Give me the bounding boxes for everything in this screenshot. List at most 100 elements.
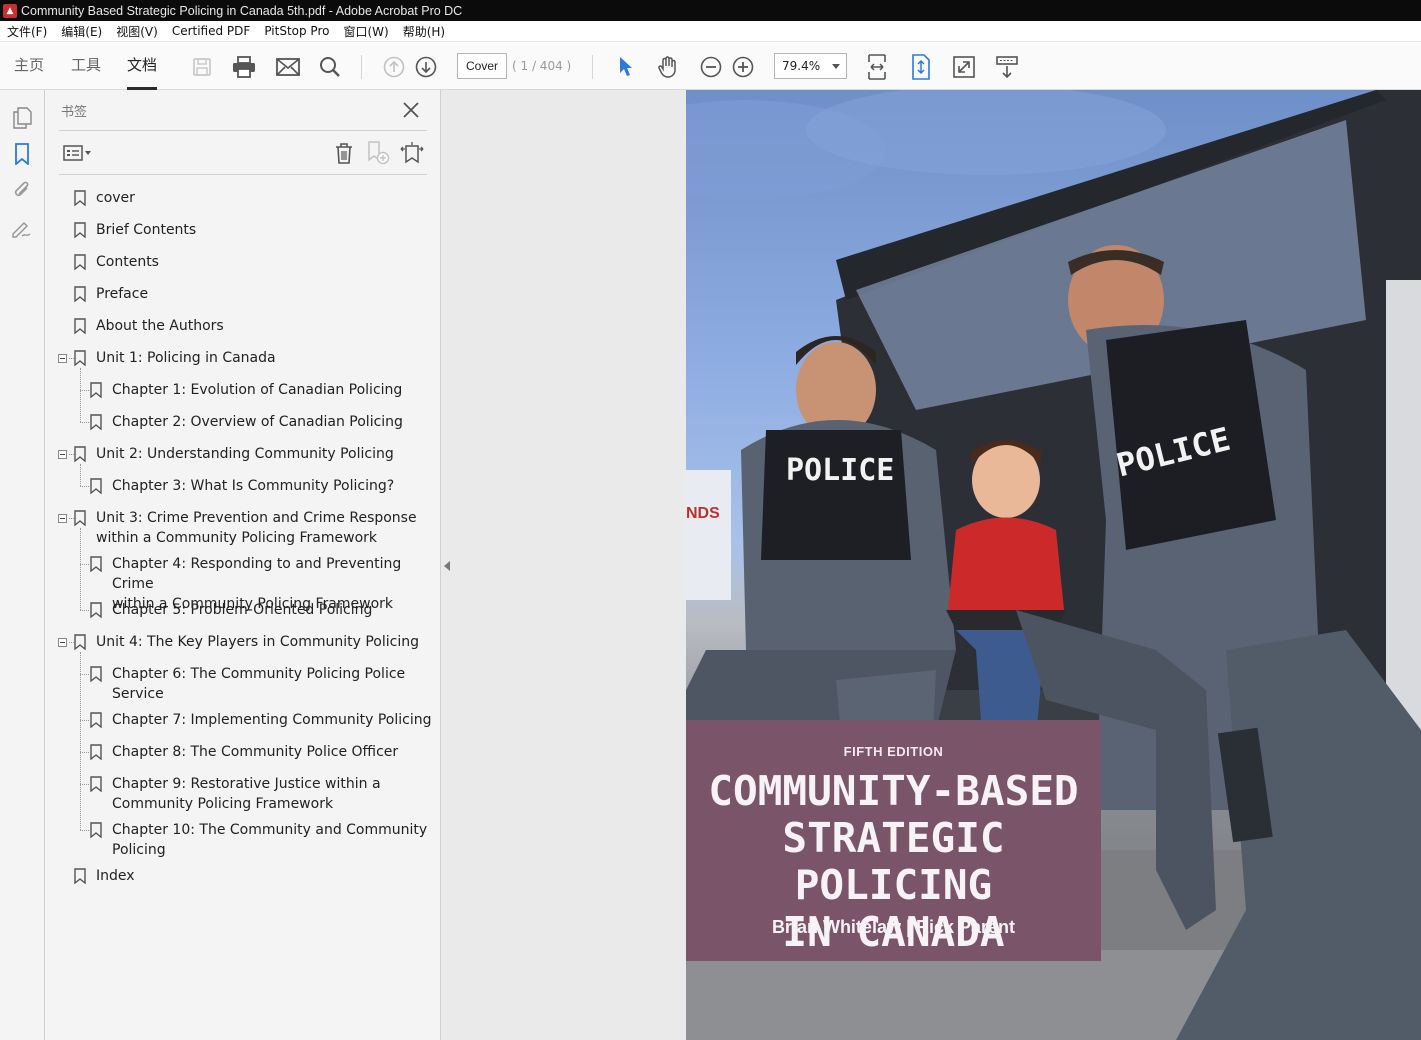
menu-view[interactable]: 视图(V): [109, 23, 165, 40]
menu-certified-pdf[interactable]: Certified PDF: [165, 24, 258, 38]
bookmarks-panel: 书签 cover Brief Contents Contents Preface Abo…: [45, 90, 441, 1040]
tree-connector: [80, 390, 89, 391]
print-icon[interactable]: [230, 53, 258, 81]
bookmark-label: Chapter 3: What Is Community Policing?: [112, 478, 395, 494]
bookmark-label: Preface: [96, 286, 149, 302]
collapse-toggle-icon[interactable]: [58, 354, 67, 363]
tree-connector: [80, 784, 89, 785]
bookmark-label: within a Community Policing Framework: [96, 530, 378, 546]
toolbar-divider: [361, 55, 362, 79]
page-thumbnails-icon[interactable]: [10, 106, 34, 130]
bookmark-label: Chapter 8: The Community Police Officer: [112, 744, 399, 760]
bookmark-item[interactable]: Contents: [74, 252, 159, 272]
bookmark-label: Chapter 6: The Community Policing Police: [112, 666, 406, 682]
bookmark-icon: [74, 254, 86, 271]
bookmark-item[interactable]: Brief Contents: [74, 220, 197, 240]
tree-connector: [80, 652, 81, 830]
bookmark-item[interactable]: Unit 1: Policing in Canada: [74, 348, 276, 368]
cover-title-band: FIFTH EDITION COMMUNITY-BASED STRATEGIC …: [686, 720, 1101, 961]
tree-connector: [80, 464, 81, 486]
bookmark-item[interactable]: Unit 3: Crime Prevention and Crime Respo…: [74, 508, 417, 548]
zoom-out-icon[interactable]: [697, 53, 725, 81]
bookmark-item[interactable]: Chapter 6: The Community Policing Police…: [90, 664, 406, 704]
tab-tools[interactable]: 工具: [71, 43, 101, 90]
fit-page-icon[interactable]: [907, 53, 935, 81]
prev-page-icon[interactable]: [380, 53, 408, 81]
signatures-icon[interactable]: [10, 216, 34, 240]
menu-edit[interactable]: 编辑(E): [54, 23, 109, 40]
bookmark-item[interactable]: Chapter 8: The Community Police Officer: [90, 742, 399, 762]
menu-pitstop-pro[interactable]: PitStop Pro: [257, 24, 336, 38]
tree-connector: [80, 422, 89, 423]
bookmark-item[interactable]: Chapter 1: Evolution of Canadian Policin…: [90, 380, 403, 400]
collapse-toggle-icon[interactable]: [58, 514, 67, 523]
tree-connector: [69, 642, 74, 643]
bookmark-item[interactable]: Chapter 7: Implementing Community Polici…: [90, 710, 431, 730]
bookmark-tree: cover Brief Contents Contents Preface About …: [45, 90, 441, 1040]
bookmark-label: Chapter 1: Evolution of Canadian Policin…: [112, 382, 403, 398]
bookmark-item[interactable]: About the Authors: [74, 316, 224, 336]
cover-title-line: COMMUNITY-BASED: [708, 767, 1079, 815]
menu-window[interactable]: 窗口(W): [336, 23, 395, 40]
toolbar-divider: [592, 55, 593, 79]
vest-text-left: POLICE: [786, 453, 894, 488]
bookmark-label: cover: [96, 190, 135, 206]
email-icon[interactable]: [274, 53, 302, 81]
save-icon[interactable]: [188, 53, 216, 81]
fullscreen-icon[interactable]: [950, 53, 978, 81]
tree-connector: [69, 454, 74, 455]
bookmark-icon: [74, 350, 86, 367]
tree-connector: [80, 830, 89, 831]
menu-bar: 文件(F) 编辑(E) 视图(V) Certified PDF PitStop …: [0, 21, 1421, 42]
scroll-mode-icon[interactable]: [993, 53, 1021, 81]
bookmark-item[interactable]: Unit 2: Understanding Community Policing: [74, 444, 394, 464]
bookmark-icon: [74, 634, 86, 651]
search-icon[interactable]: [316, 53, 344, 81]
bookmark-icon: [90, 776, 102, 793]
hand-icon[interactable]: [654, 53, 682, 81]
zoom-dropdown[interactable]: 79.4%: [774, 53, 847, 79]
bookmark-item[interactable]: Unit 4: The Key Players in Community Pol…: [74, 632, 419, 652]
bookmark-icon: [74, 868, 86, 885]
bookmark-item[interactable]: Index: [74, 866, 135, 886]
tree-connector: [80, 720, 89, 721]
page-number-input[interactable]: Cover: [457, 53, 507, 79]
bookmark-label: Index: [96, 868, 135, 884]
tree-connector: [80, 610, 89, 611]
select-arrow-icon[interactable]: [612, 53, 640, 81]
cover-authors: Brian Whitelaw | Rick Parent: [771, 917, 1016, 937]
document-area: NDS POLICE POLICE FIFTH EDITION COMMUNIT…: [441, 90, 1421, 1040]
menu-file[interactable]: 文件(F): [0, 23, 54, 40]
bookmark-item[interactable]: Chapter 2: Overview of Canadian Policing: [90, 412, 403, 432]
tree-connector: [69, 358, 74, 359]
bookmark-item[interactable]: Chapter 9: Restorative Justice within a C…: [90, 774, 381, 814]
bookmark-icon: [90, 822, 102, 839]
bookmark-label: Brief Contents: [96, 222, 197, 238]
tab-home[interactable]: 主页: [14, 43, 44, 90]
tree-connector: [80, 564, 89, 565]
window-title: Community Based Strategic Policing in Ca…: [21, 3, 463, 18]
bookmark-icon: [90, 602, 102, 619]
next-page-icon[interactable]: [412, 53, 440, 81]
bookmark-item[interactable]: Chapter 3: What Is Community Policing?: [90, 476, 395, 496]
menu-help[interactable]: 帮助(H): [396, 23, 452, 40]
tree-connector: [80, 528, 81, 610]
bookmark-item[interactable]: Preface: [74, 284, 149, 304]
collapse-panel-icon[interactable]: [444, 561, 450, 571]
tab-document[interactable]: 文档: [127, 43, 158, 90]
attachments-icon[interactable]: [10, 178, 34, 202]
navigation-rail: [0, 90, 45, 1040]
collapse-toggle-icon[interactable]: [58, 638, 67, 647]
bookmark-icon: [90, 382, 102, 399]
bookmark-item[interactable]: cover: [74, 188, 135, 208]
bookmark-item[interactable]: Chapter 10: The Community and Community P…: [90, 820, 427, 860]
bookmarks-icon[interactable]: [10, 142, 34, 166]
collapse-toggle-icon[interactable]: [58, 450, 67, 459]
bookmark-icon: [90, 666, 102, 683]
fit-width-icon[interactable]: [863, 53, 891, 81]
bookmark-label: Community Policing Framework: [112, 796, 334, 812]
bookmark-label: Unit 4: The Key Players in Community Pol…: [96, 634, 419, 650]
bookmark-item[interactable]: Chapter 5: Problem-Oriented Policing: [90, 600, 372, 620]
bookmark-icon: [74, 510, 86, 527]
zoom-in-icon[interactable]: [729, 53, 757, 81]
